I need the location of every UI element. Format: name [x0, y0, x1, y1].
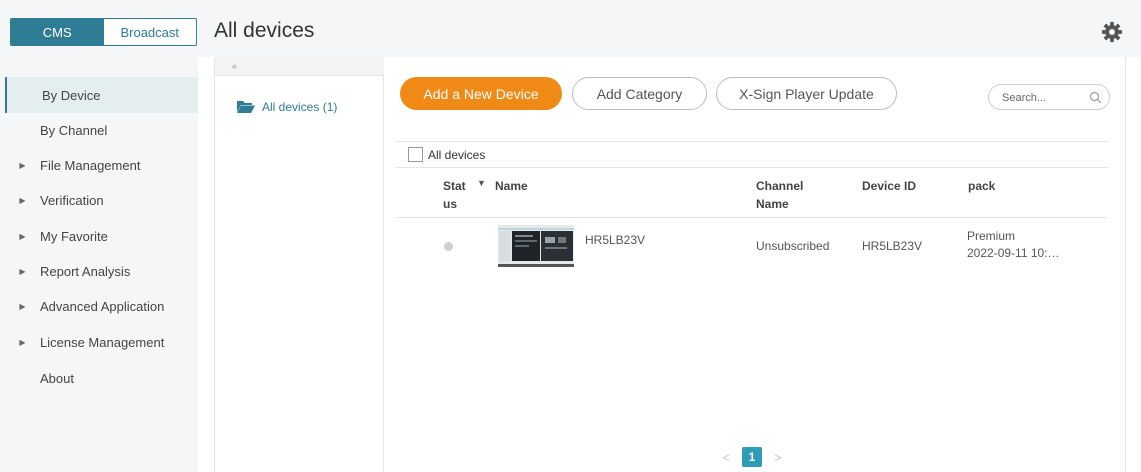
- caret-right-icon: ▶: [19, 231, 26, 241]
- sort-down-icon[interactable]: ▼: [477, 178, 486, 188]
- sidebar-item-file-management[interactable]: ▶ File Management: [5, 147, 198, 183]
- sidebar-item-label: By Device: [42, 87, 101, 103]
- top-bar: CMS Broadcast All devices: [0, 0, 1141, 57]
- sidebar-item-verification[interactable]: ▶ Verification: [5, 182, 198, 218]
- sidebar-item-report-analysis[interactable]: ▶ Report Analysis: [5, 253, 198, 289]
- device-name: HR5LB23V: [585, 233, 646, 247]
- collapse-tree-button[interactable]: «: [215, 57, 384, 76]
- column-header-status[interactable]: Stat us: [443, 177, 466, 213]
- caret-right-icon: ▶: [19, 337, 26, 347]
- column-header-label: Channel: [756, 179, 804, 193]
- sidebar-item-by-device[interactable]: By Device: [5, 77, 198, 113]
- table-row[interactable]: HR5LB23V Unsubscribed HR5LB23V Premium 2…: [395, 218, 1107, 278]
- sidebar-item-label: Report Analysis: [40, 263, 131, 279]
- sidebar-item-label: My Favorite: [40, 228, 108, 244]
- column-header-pack[interactable]: pack: [968, 177, 995, 195]
- caret-right-icon: ▶: [19, 266, 26, 276]
- search-icon[interactable]: [1089, 91, 1102, 104]
- caret-right-icon: ▶: [19, 160, 26, 170]
- sidebar-item-label: Advanced Application: [40, 298, 165, 314]
- caret-right-icon: ▶: [19, 301, 26, 311]
- status-indicator: [444, 242, 453, 251]
- caret-right-icon: ▶: [19, 195, 26, 205]
- tab-cms[interactable]: CMS: [11, 19, 104, 45]
- page-title: All devices: [214, 19, 315, 42]
- sidebar-item-license-management[interactable]: ▶ License Management: [5, 324, 198, 360]
- player-update-button[interactable]: X-Sign Player Update: [716, 77, 897, 110]
- add-category-button[interactable]: Add Category: [572, 77, 707, 110]
- device-screenshot-thumbnail: [498, 225, 574, 267]
- gear-icon[interactable]: [1101, 21, 1123, 43]
- mode-switch: CMS Broadcast: [10, 18, 197, 46]
- pack-date: 2022-09-11 10:…: [967, 246, 1060, 260]
- pagination: < 1 >: [716, 447, 788, 467]
- device-list-panel: Add a New Device Add Category X-Sign Pla…: [385, 57, 1126, 472]
- sidebar-item-my-favorite[interactable]: ▶ My Favorite: [5, 218, 198, 254]
- search-input[interactable]: [1002, 89, 1082, 106]
- pack-name: Premium: [967, 229, 1016, 243]
- device-id: HR5LB23V: [862, 239, 923, 253]
- folder-open-icon: [237, 101, 255, 113]
- category-label: All devices: [428, 147, 486, 162]
- select-all-checkbox[interactable]: [408, 147, 423, 162]
- column-header-device-id[interactable]: Device ID: [862, 177, 916, 195]
- channel-name: Unsubscribed: [756, 239, 830, 253]
- column-header-label: us: [443, 197, 458, 211]
- next-page-button[interactable]: >: [768, 450, 788, 465]
- sidebar-item-advanced-application[interactable]: ▶ Advanced Application: [5, 288, 198, 324]
- column-header-name[interactable]: Name: [495, 177, 528, 195]
- pack-info: Premium 2022-09-11 10:…: [967, 228, 1060, 262]
- column-header-label: Stat: [443, 179, 466, 193]
- search-box: [988, 84, 1110, 110]
- add-device-button[interactable]: Add a New Device: [400, 77, 562, 110]
- sidebar-item-label: File Management: [40, 157, 141, 173]
- sidebar: By Device By Channel ▶ File Management ▶…: [0, 57, 198, 472]
- sidebar-item-label: About: [40, 370, 74, 386]
- category-row: All devices: [395, 141, 1109, 168]
- sidebar-item-label: Verification: [40, 192, 104, 208]
- page-1-button[interactable]: 1: [742, 447, 762, 467]
- prev-page-button[interactable]: <: [716, 450, 736, 465]
- sidebar-item-label: License Management: [40, 334, 165, 350]
- device-tree-panel: « All devices (1): [214, 57, 384, 472]
- sidebar-item-by-channel[interactable]: By Channel: [5, 112, 198, 148]
- sidebar-item-about[interactable]: About: [5, 360, 198, 396]
- column-header-channel-name[interactable]: Channel Name: [756, 177, 803, 213]
- column-header-label: Name: [756, 197, 789, 211]
- sidebar-item-label: By Channel: [40, 122, 108, 138]
- tab-broadcast[interactable]: Broadcast: [103, 19, 196, 45]
- tree-node-all-devices[interactable]: All devices (1): [236, 100, 337, 114]
- tree-node-label: All devices (1): [262, 100, 338, 114]
